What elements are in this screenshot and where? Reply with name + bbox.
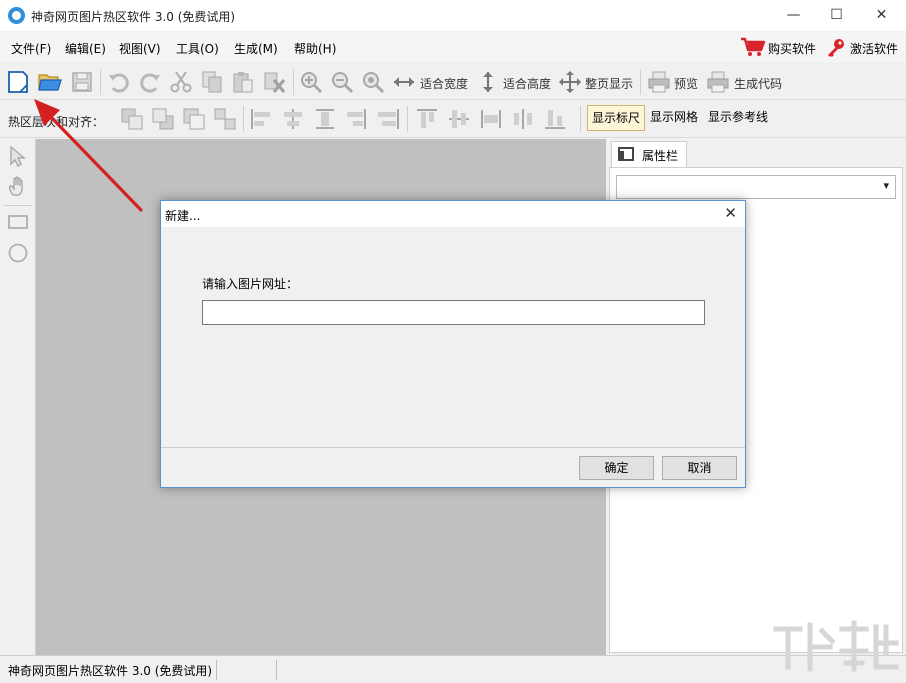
circle-tool-icon[interactable]	[7, 242, 29, 264]
show-guides-toggle[interactable]: 显示参考线	[704, 105, 772, 131]
menu-generate[interactable]: 生成(M)	[234, 40, 278, 57]
fit-width-button[interactable]: 适合宽度	[420, 75, 468, 92]
status-separator	[216, 660, 217, 680]
align-left-icon[interactable]	[249, 107, 273, 131]
status-separator	[276, 660, 277, 680]
toolbar-separator	[580, 106, 581, 132]
tool-separator	[4, 205, 32, 206]
toolbar-separator	[100, 69, 101, 95]
toolbar-separator	[293, 69, 294, 95]
align-bottom-icon[interactable]	[543, 107, 567, 131]
show-grid-toggle[interactable]: 显示网格	[646, 105, 702, 131]
dialog-close-button[interactable]: ✕	[724, 204, 737, 222]
send-backward-icon[interactable]	[213, 107, 237, 131]
bring-forward-icon[interactable]	[182, 107, 206, 131]
cancel-button[interactable]: 取消	[662, 456, 737, 480]
distribute-horizontal-icon[interactable]	[479, 107, 503, 131]
menu-file[interactable]: 文件(F)	[11, 40, 51, 57]
open-folder-icon[interactable]	[38, 70, 62, 94]
zoom-out-icon[interactable]	[330, 70, 354, 94]
fit-page-icon[interactable]	[558, 70, 582, 94]
copy-icon[interactable]	[200, 70, 224, 94]
image-url-label: 请输入图片网址：	[202, 277, 299, 291]
properties-tab-label: 属性栏	[642, 149, 679, 163]
buy-software-label: 购买软件	[768, 42, 817, 56]
menu-edit[interactable]: 编辑(E)	[65, 40, 106, 57]
generate-code-icon[interactable]	[706, 70, 730, 94]
app-logo-icon	[8, 7, 25, 24]
menu-help[interactable]: 帮助(H)	[294, 40, 336, 57]
align-right-icon[interactable]	[344, 107, 368, 131]
image-url-input[interactable]	[202, 300, 705, 325]
dialog-title: 新建...	[165, 209, 201, 223]
new-file-dialog: 新建... ✕ 请输入图片网址： 确定 取消	[160, 200, 746, 488]
menu-tools[interactable]: 工具(O)	[176, 40, 219, 57]
drawing-tools-panel	[0, 139, 36, 655]
align-top-icon[interactable]	[415, 107, 439, 131]
activate-software-label: 激活软件	[850, 42, 899, 56]
preview-button[interactable]: 预览	[674, 75, 698, 92]
redo-icon[interactable]	[138, 70, 162, 94]
properties-tab[interactable]: 属性栏	[611, 141, 687, 167]
align-bottom-center-icon[interactable]	[511, 107, 535, 131]
ok-button[interactable]: 确定	[579, 456, 654, 480]
watermark-logo-icon	[773, 620, 899, 672]
delete-icon[interactable]	[262, 70, 286, 94]
new-file-icon[interactable]	[6, 70, 30, 94]
align-right-edge-icon[interactable]	[376, 107, 400, 131]
minimize-button[interactable]: —	[771, 0, 816, 30]
fit-height-icon[interactable]	[476, 70, 500, 94]
properties-panel-icon	[618, 147, 634, 161]
generate-code-button[interactable]: 生成代码	[734, 75, 782, 92]
bring-to-front-icon[interactable]	[120, 107, 144, 131]
status-text: 神奇网页图片热区软件 3.0 (免费试用)	[8, 664, 213, 678]
paste-icon[interactable]	[231, 70, 255, 94]
align-center-icon[interactable]	[281, 107, 305, 131]
fit-height-button[interactable]: 适合高度	[503, 75, 551, 92]
align-vertical-center-icon[interactable]	[447, 107, 471, 131]
cut-icon[interactable]	[169, 70, 193, 94]
menu-view[interactable]: 视图(V)	[119, 40, 161, 57]
toolbar-separator	[407, 106, 408, 132]
zoom-actual-size-icon[interactable]	[361, 70, 385, 94]
dialog-title-bar: 新建... ✕	[161, 201, 745, 227]
rectangle-tool-icon[interactable]	[7, 211, 29, 233]
toolbar-separator	[243, 106, 244, 132]
dialog-footer: 确定 取消	[161, 447, 745, 487]
align-middle-icon[interactable]	[313, 107, 337, 131]
save-icon[interactable]	[70, 70, 94, 94]
title-bar: 神奇网页图片热区软件 3.0 (免费试用) — ☐ ✕	[0, 0, 906, 32]
show-ruler-toggle[interactable]: 显示标尺	[587, 105, 646, 131]
close-window-button[interactable]: ✕	[859, 0, 904, 30]
fit-page-button[interactable]: 整页显示	[585, 75, 633, 92]
toolbar-separator	[640, 69, 641, 95]
hotspot-align-label: 热区层次和对齐：	[8, 115, 105, 129]
alignment-toolbar: 热区层次和对齐： 显示标尺 显示网格 显示参考线	[0, 100, 906, 138]
maximize-button[interactable]: ☐	[814, 0, 859, 30]
send-to-back-icon[interactable]	[151, 107, 175, 131]
menu-bar: 文件(F) 编辑(E) 视图(V) 工具(O) 生成(M) 帮助(H) 购买软件…	[0, 32, 906, 62]
fit-width-icon[interactable]	[392, 70, 416, 94]
key-icon	[828, 39, 844, 57]
undo-icon[interactable]	[107, 70, 131, 94]
main-toolbar: 适合宽度 适合高度 整页显示 预览 生成代码	[0, 64, 906, 100]
window-title: 神奇网页图片热区软件 3.0 (免费试用)	[31, 10, 236, 24]
select-pointer-icon[interactable]	[7, 145, 29, 167]
zoom-in-icon[interactable]	[299, 70, 323, 94]
shopping-cart-icon	[741, 37, 766, 56]
printer-icon[interactable]	[647, 70, 671, 94]
object-selector-dropdown[interactable]	[616, 175, 896, 199]
pan-hand-icon[interactable]	[7, 175, 29, 197]
